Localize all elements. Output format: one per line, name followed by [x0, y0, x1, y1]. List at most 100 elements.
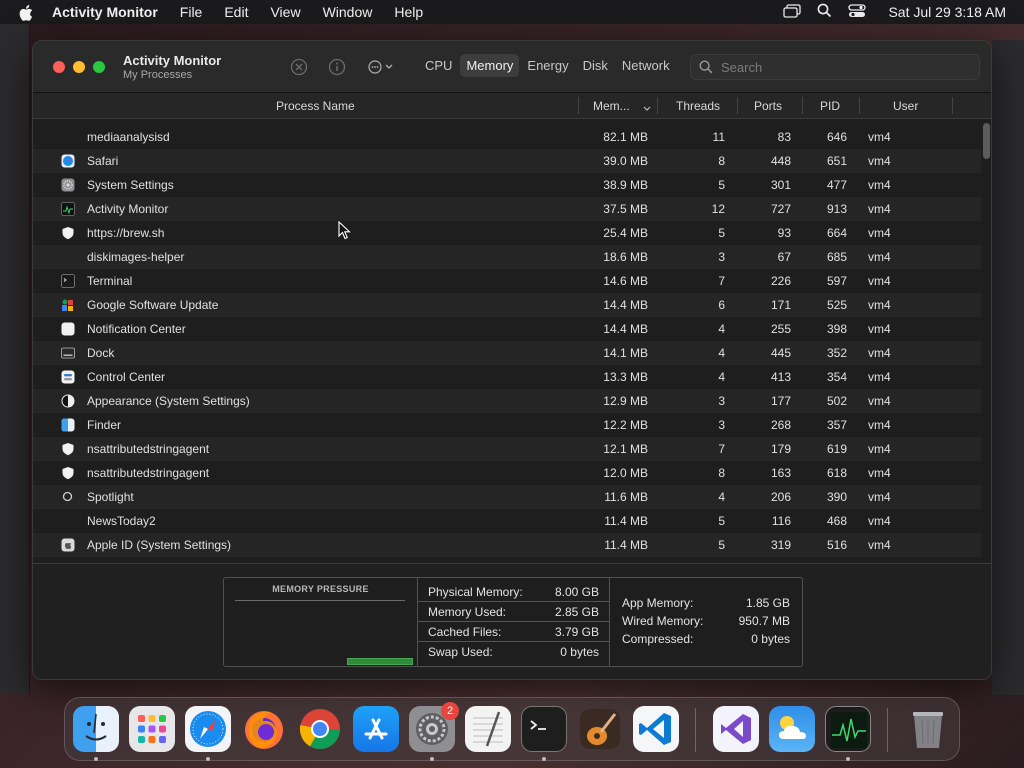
- memory-pressure-divider: [235, 600, 405, 601]
- column-divider[interactable]: [859, 97, 860, 114]
- column-threads[interactable]: Threads: [676, 99, 720, 113]
- table-row[interactable]: NewsToday2 11.4 MB 5 116 468 vm4: [33, 509, 981, 533]
- zoom-window-button[interactable]: [93, 61, 105, 73]
- memory-cell: 25.4 MB: [603, 226, 648, 240]
- table-row[interactable]: Google Software Update 14.4 MB 6 171 525 vm4: [33, 293, 981, 317]
- table-row[interactable]: Appearance (System Settings) 12.9 MB 3 177 5…: [33, 389, 981, 413]
- column-pid[interactable]: PID: [820, 99, 840, 113]
- menu-window[interactable]: Window: [323, 4, 373, 20]
- memory-cell: 11.4 MB: [604, 514, 648, 528]
- apple-menu-icon[interactable]: [0, 3, 52, 21]
- sort-desc-icon[interactable]: [643, 101, 651, 115]
- visual-studio-icon[interactable]: [713, 706, 759, 752]
- safari-icon[interactable]: [185, 706, 231, 752]
- memory-cell: 11.4 MB: [604, 538, 648, 552]
- ports-cell: 445: [770, 346, 791, 360]
- menu-help[interactable]: Help: [394, 4, 423, 20]
- memory-cell: 14.4 MB: [603, 322, 648, 336]
- threads-cell: 8: [718, 466, 725, 480]
- memory-pressure-label: MEMORY PRESSURE: [272, 584, 369, 594]
- weather-icon[interactable]: [769, 706, 815, 752]
- tab-network[interactable]: Network: [616, 54, 676, 77]
- column-user[interactable]: User: [893, 99, 918, 113]
- table-row[interactable]: System Settings 38.9 MB 5 301 477 vm4: [33, 173, 981, 197]
- table-row[interactable]: nsattributedstringagent 12.0 MB 8 163 618 vm4: [33, 461, 981, 485]
- user-cell: vm4: [868, 322, 891, 336]
- table-row[interactable]: Dock 14.1 MB 4 445 352 vm4: [33, 341, 981, 365]
- terminal-icon[interactable]: [521, 706, 567, 752]
- tab-disk[interactable]: Disk: [577, 54, 614, 77]
- minimize-window-button[interactable]: [73, 61, 85, 73]
- table-row[interactable]: mediaanalysisd 82.1 MB 11 83 646 vm4: [33, 125, 981, 149]
- process-name-cell: Safari: [87, 154, 119, 168]
- app-memory-value: 1.85 GB: [745, 596, 790, 610]
- running-indicator: [206, 757, 210, 761]
- process-name-cell: Appearance (System Settings): [87, 394, 250, 408]
- table-row[interactable]: https://brew.sh 25.4 MB 5 93 664 vm4: [33, 221, 981, 245]
- table-row[interactable]: Notification Center 14.4 MB 4 255 398 vm4: [33, 317, 981, 341]
- table-row[interactable]: Control Center 13.3 MB 4 413 354 vm4: [33, 365, 981, 389]
- window-controls: [53, 61, 105, 73]
- finder-icon[interactable]: [73, 706, 119, 752]
- activity-monitor-icon[interactable]: [825, 706, 871, 752]
- table-row[interactable]: diskimages-helper 18.6 MB 3 67 685 vm4: [33, 245, 981, 269]
- ports-cell: 255: [770, 322, 791, 336]
- column-memory[interactable]: Mem...: [593, 99, 630, 113]
- menu-edit[interactable]: Edit: [224, 4, 248, 20]
- dock-separator: [887, 708, 888, 752]
- column-divider[interactable]: [657, 97, 658, 114]
- garageband-icon[interactable]: [577, 706, 623, 752]
- physical-memory-value: 8.00 GB: [554, 584, 599, 599]
- search-field[interactable]: [690, 54, 980, 80]
- spotlight-search-icon[interactable]: [817, 3, 832, 21]
- column-process-name[interactable]: Process Name: [276, 99, 355, 113]
- user-cell: vm4: [868, 130, 891, 144]
- table-row[interactable]: Terminal 14.6 MB 7 226 597 vm4: [33, 269, 981, 293]
- tab-memory[interactable]: Memory: [460, 54, 520, 77]
- column-ports[interactable]: Ports: [754, 99, 782, 113]
- control-center-icon: [61, 370, 75, 384]
- control-center-icon[interactable]: [848, 3, 867, 21]
- table-row[interactable]: Safari 39.0 MB 8 448 651 vm4: [33, 149, 981, 173]
- pid-cell: 352: [826, 346, 847, 360]
- pid-cell: 618: [826, 466, 847, 480]
- menu-view[interactable]: View: [270, 4, 300, 20]
- table-row[interactable]: Activity Monitor 37.5 MB 12 727 913 vm4: [33, 197, 981, 221]
- process-name-cell: mediaanalysisd: [87, 130, 170, 144]
- chrome-icon[interactable]: [297, 706, 343, 752]
- close-window-button[interactable]: [53, 61, 65, 73]
- more-actions-icon[interactable]: [366, 58, 398, 76]
- ports-cell: 179: [770, 442, 791, 456]
- scrollbar-thumb[interactable]: [983, 123, 990, 159]
- column-divider[interactable]: [802, 97, 803, 114]
- stop-process-icon[interactable]: [290, 58, 308, 76]
- firefox-icon[interactable]: [241, 706, 287, 752]
- vscode-icon[interactable]: [633, 706, 679, 752]
- app-store-icon[interactable]: [353, 706, 399, 752]
- launchpad-icon[interactable]: [129, 706, 175, 752]
- window-subtitle[interactable]: My Processes: [123, 69, 221, 81]
- trash-icon[interactable]: [905, 706, 951, 752]
- finder-icon: [61, 418, 75, 432]
- column-divider[interactable]: [952, 97, 953, 114]
- table-row[interactable]: Spotlight 11.6 MB 4 206 390 vm4: [33, 485, 981, 509]
- threads-cell: 4: [718, 322, 725, 336]
- textedit-icon[interactable]: [465, 706, 511, 752]
- pid-cell: 357: [826, 418, 847, 432]
- menu-app-name[interactable]: Activity Monitor: [52, 4, 158, 20]
- tab-cpu[interactable]: CPU: [419, 54, 458, 77]
- menu-clock[interactable]: Sat Jul 29 3:18 AM: [888, 4, 1006, 20]
- scrollbar-track[interactable]: [981, 119, 991, 563]
- table-row[interactable]: Apple ID (System Settings) 11.4 MB 5 319 516…: [33, 533, 981, 557]
- search-input[interactable]: [721, 59, 961, 75]
- column-divider[interactable]: [737, 97, 738, 114]
- ports-cell: 93: [777, 226, 791, 240]
- tab-energy[interactable]: Energy: [521, 54, 574, 77]
- table-row[interactable]: nsattributedstringagent 12.1 MB 7 179 619 vm4: [33, 437, 981, 461]
- column-divider[interactable]: [578, 97, 579, 114]
- menu-file[interactable]: File: [180, 4, 203, 20]
- table-row[interactable]: Finder 12.2 MB 3 268 357 vm4: [33, 413, 981, 437]
- display-icon[interactable]: [783, 3, 802, 21]
- info-icon[interactable]: [328, 58, 346, 76]
- pid-cell: 651: [826, 154, 847, 168]
